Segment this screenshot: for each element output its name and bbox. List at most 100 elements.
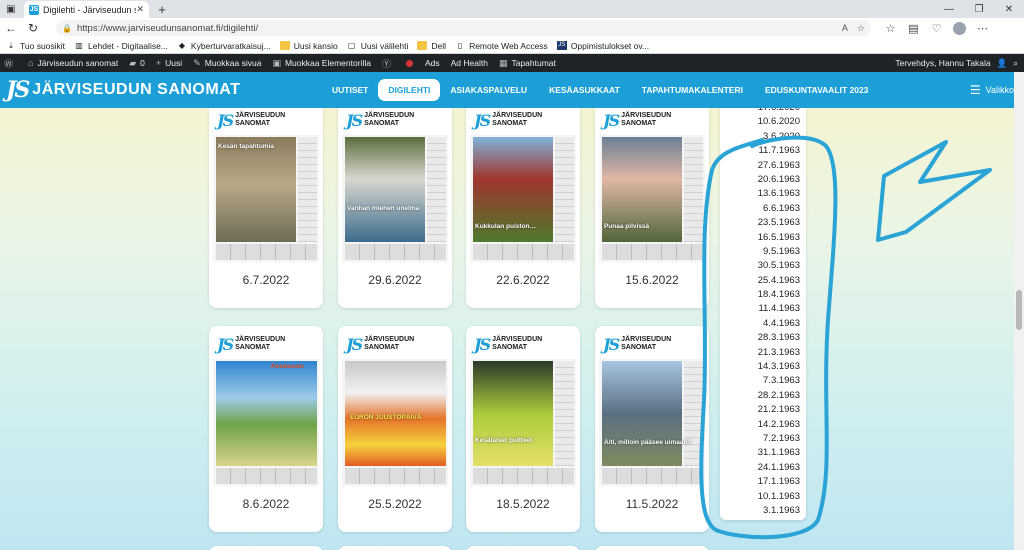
nav-uutiset[interactable]: UUTISET bbox=[332, 85, 368, 95]
date-list-item[interactable]: 20.6.1963 bbox=[720, 173, 806, 187]
restore-icon[interactable]: ❐ bbox=[964, 0, 994, 18]
date-list-item[interactable]: 10.1.1963 bbox=[720, 490, 806, 504]
bookmark-item[interactable]: JS Oppimistulokset ov... bbox=[556, 41, 649, 51]
date-list-item[interactable]: 21.2.1963 bbox=[720, 403, 806, 417]
issue-date[interactable]: 22.6.2022 bbox=[466, 273, 580, 287]
wp-comments[interactable]: ▰ 0 bbox=[129, 58, 145, 69]
read-aloud-icon[interactable]: A bbox=[842, 23, 848, 33]
issue-cover[interactable]: JS JÄRVISEUDUN SANOMAT Kesälaiset puittee… bbox=[470, 329, 576, 486]
date-list-item[interactable]: 17.1.1963 bbox=[720, 475, 806, 489]
date-list-item[interactable]: 25.4.1963 bbox=[720, 274, 806, 288]
nav-digilehti[interactable]: DIGILEHTI bbox=[378, 79, 441, 101]
collections-icon[interactable]: ▤ bbox=[902, 22, 925, 35]
tab-actions-icon[interactable]: ▣ bbox=[0, 0, 22, 18]
reload-icon[interactable]: ↻ bbox=[22, 18, 44, 38]
profile-avatar[interactable] bbox=[953, 21, 966, 35]
minimize-icon[interactable]: — bbox=[934, 0, 964, 18]
date-list-item[interactable]: 21.3.1963 bbox=[720, 346, 806, 360]
issue-cover[interactable]: JS JÄRVISEUDUN SANOMAT Punaa pilvissä bbox=[599, 108, 705, 262]
wp-edit-page[interactable]: ✎ Muokkaa sivua bbox=[193, 58, 261, 69]
close-icon[interactable]: ✕ bbox=[136, 4, 144, 15]
date-list-item[interactable]: 14.2.1963 bbox=[720, 418, 806, 432]
issue-cover[interactable]: JS JÄRVISEUDUN SANOMAT Vanhan miehen unel… bbox=[342, 108, 448, 262]
window-close-icon[interactable]: ✕ bbox=[994, 0, 1024, 18]
new-tab-button[interactable]: + bbox=[153, 1, 171, 18]
issue-card[interactable]: JS JÄRVISEUDUN SANOMAT Äiti, milloin pääs… bbox=[595, 326, 709, 532]
bookmark-folder[interactable]: Uusi kansio bbox=[279, 41, 338, 51]
date-list-item[interactable]: 17.6.2020 bbox=[720, 108, 806, 115]
menu-button[interactable]: ☰ Valikko bbox=[970, 72, 1014, 108]
date-list-item[interactable]: 18.4.1963 bbox=[720, 288, 806, 302]
issue-date[interactable]: 15.6.2022 bbox=[595, 273, 709, 287]
date-list-item[interactable]: 10.6.2020 bbox=[720, 115, 806, 129]
date-list-item[interactable]: 23.5.1963 bbox=[720, 216, 806, 230]
date-list-item[interactable]: 7.3.1963 bbox=[720, 374, 806, 388]
archive-date-list[interactable]: 17.6.202010.6.20203.6.202011.7.196327.6.… bbox=[720, 108, 806, 520]
page-scrollbar[interactable] bbox=[1014, 72, 1024, 550]
site-logo[interactable]: JS JÄRVISEUDUN SANOMAT bbox=[6, 77, 240, 103]
date-list-item[interactable]: 3.1.1963 bbox=[720, 504, 806, 518]
issue-cover[interactable]: JS JÄRVISEUDUN SANOMAT Äiti, milloin pääs… bbox=[599, 329, 705, 486]
issue-date[interactable]: 29.6.2022 bbox=[338, 273, 452, 287]
nav-eduskuntavaalit[interactable]: EDUSKUNTAVAALIT 2023 bbox=[765, 85, 868, 95]
bookmark-item[interactable]: ⤓ Tuo suosikit bbox=[6, 41, 65, 51]
wp-ads[interactable]: Ads bbox=[425, 58, 440, 68]
back-arrow-icon[interactable]: ← bbox=[0, 18, 22, 38]
bookmark-item[interactable]: ◆ Kyberturvaratkaisuj... bbox=[177, 41, 271, 51]
nav-tapahtumakalenteri[interactable]: TAPAHTUMAKALENTERI bbox=[642, 85, 743, 95]
issue-card[interactable] bbox=[466, 546, 580, 550]
bookmark-folder[interactable]: Dell bbox=[417, 41, 446, 51]
date-list-item[interactable]: 11.4.1963 bbox=[720, 302, 806, 316]
favorites-icon[interactable]: ☆ bbox=[879, 22, 902, 35]
search-icon[interactable]: ⌕ bbox=[1013, 58, 1018, 69]
wp-yoast[interactable]: Ⓨ bbox=[382, 57, 395, 70]
date-list-item[interactable]: 16.5.1963 bbox=[720, 231, 806, 245]
wp-events[interactable]: ▦ Tapahtumat bbox=[499, 58, 556, 69]
wp-account[interactable]: Tervehdys, Hannu Takala 👤 ⌕ bbox=[889, 58, 1024, 69]
issue-date[interactable]: 18.5.2022 bbox=[466, 497, 580, 511]
bookmark-item[interactable]: ▯ Remote Web Access bbox=[455, 41, 548, 51]
issue-card[interactable]: JS JÄRVISEUDUN SANOMAT Vanhan miehen unel… bbox=[338, 108, 452, 308]
date-list-item[interactable]: 27.6.1963 bbox=[720, 159, 806, 173]
wp-new[interactable]: + Uusi bbox=[156, 58, 182, 68]
date-list-item[interactable]: 28.2.1963 bbox=[720, 389, 806, 403]
issue-cover[interactable]: JS JÄRVISEUDUN SANOMAT Kesän tapahtumia bbox=[213, 108, 319, 262]
wp-edit-elementor[interactable]: ▣ Muokkaa Elementorilla bbox=[272, 58, 371, 69]
nav-asiakaspalvelu[interactable]: ASIAKASPALVELU bbox=[450, 85, 527, 95]
issue-date[interactable]: 25.5.2022 bbox=[338, 497, 452, 511]
lock-icon[interactable]: 🔒 bbox=[62, 24, 72, 33]
issue-date[interactable]: 11.5.2022 bbox=[595, 497, 709, 511]
date-list-item[interactable]: 4.4.1963 bbox=[720, 317, 806, 331]
date-list-item[interactable]: 13.6.1963 bbox=[720, 187, 806, 201]
wp-site-link[interactable]: ⌂ Järviseudun sanomat bbox=[28, 58, 118, 68]
date-list-item[interactable]: 30.5.1963 bbox=[720, 259, 806, 273]
browser-essentials-icon[interactable]: ♡ bbox=[925, 22, 948, 35]
date-list-item[interactable]: 28.3.1963 bbox=[720, 331, 806, 345]
issue-card[interactable] bbox=[338, 546, 452, 550]
issue-card[interactable] bbox=[595, 546, 709, 550]
url-field[interactable]: 🔒 https://www.jarviseudunsanomat.fi/digi… bbox=[56, 20, 871, 36]
issue-cover[interactable]: JS JÄRVISEUDUN SANOMAT Kukkulan puiston… bbox=[470, 108, 576, 262]
issue-card[interactable]: JS JÄRVISEUDUN SANOMAT Kesäseutu 8.6.2022 bbox=[209, 326, 323, 532]
issue-card[interactable] bbox=[209, 546, 323, 550]
bookmark-item[interactable]: ▥ Lehdet - Digitaalise... bbox=[74, 41, 168, 51]
scrollbar-thumb[interactable] bbox=[1016, 290, 1022, 330]
date-list-item[interactable]: 3.6.2020 bbox=[720, 130, 806, 144]
issue-date[interactable]: 8.6.2022 bbox=[209, 497, 323, 511]
issue-cover[interactable]: JS JÄRVISEUDUN SANOMAT EURON JUUSTOPÄIVÄ bbox=[342, 329, 448, 486]
issue-card[interactable]: JS JÄRVISEUDUN SANOMAT Punaa pilvissä 15.… bbox=[595, 108, 709, 308]
issue-card[interactable]: JS JÄRVISEUDUN SANOMAT Kesälaiset puittee… bbox=[466, 326, 580, 532]
date-list-item[interactable]: 7.2.1963 bbox=[720, 432, 806, 446]
date-list-item[interactable]: 14.3.1963 bbox=[720, 360, 806, 374]
date-list-item[interactable]: 31.1.1963 bbox=[720, 446, 806, 460]
wp-ad-health[interactable]: Ad Health bbox=[451, 58, 488, 68]
add-favorite-icon[interactable]: ☆ bbox=[857, 23, 865, 34]
bookmark-item[interactable]: ▢ Uusi välilehti bbox=[347, 41, 409, 51]
nav-kesaasukkaat[interactable]: KESÄASUKKAAT bbox=[549, 85, 620, 95]
issue-card[interactable]: JS JÄRVISEUDUN SANOMAT EURON JUUSTOPÄIVÄ … bbox=[338, 326, 452, 532]
issue-card[interactable]: JS JÄRVISEUDUN SANOMAT Kukkulan puiston… … bbox=[466, 108, 580, 308]
date-list-item[interactable]: 6.6.1963 bbox=[720, 202, 806, 216]
browser-tab[interactable]: JS Digilehti - Järviseudun sanomat ✕ bbox=[24, 1, 149, 18]
issue-card[interactable]: JS JÄRVISEUDUN SANOMAT Kesän tapahtumia 6… bbox=[209, 108, 323, 308]
date-list-item[interactable]: 11.7.1963 bbox=[720, 144, 806, 158]
